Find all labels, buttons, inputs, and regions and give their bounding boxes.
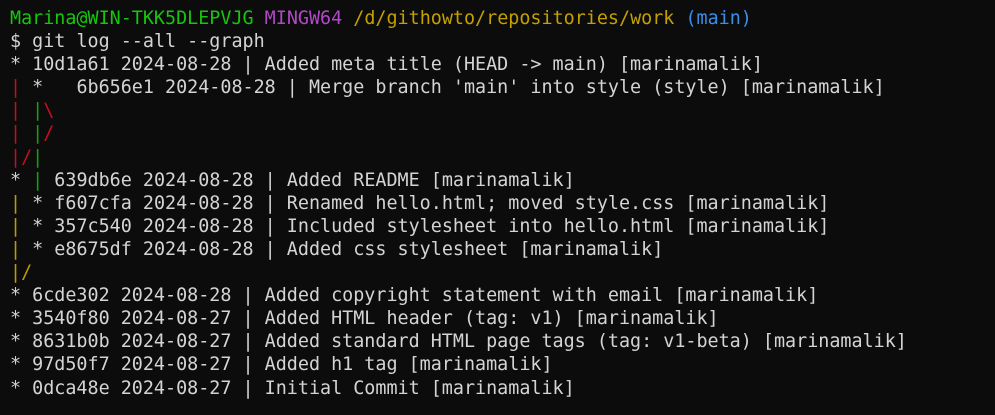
graph-edge: | — [32, 169, 44, 191]
graph-edge: | — [10, 100, 22, 122]
command-line[interactable]: $ git log --all --graph — [10, 30, 995, 53]
log-text: * 6b656e1 2024-08-28 | Merge branch 'mai… — [21, 77, 885, 99]
log-line: | * f607cfa 2024-08-28 | Renamed hello.h… — [10, 192, 995, 215]
log-line: | * 6b656e1 2024-08-28 | Merge branch 'm… — [10, 76, 995, 99]
prompt-branch: (main) — [685, 8, 752, 29]
log-text: 639db6e 2024-08-28 | Added README [marin… — [43, 169, 575, 191]
log-text: * 3540f80 2024-08-27 | Added HTML header… — [10, 308, 719, 330]
graph-edge: / — [43, 123, 55, 145]
terminal-window[interactable]: Marina@WIN-TKK5DLEPVJG MINGW64 /d/githow… — [0, 0, 995, 415]
log-text: * e8675df 2024-08-28 | Added css stylesh… — [21, 238, 664, 260]
log-line: | * e8675df 2024-08-28 | Added css style… — [10, 238, 995, 261]
graph-node: * — [10, 169, 33, 191]
log-line: * 0dca48e 2024-08-27 | Initial Commit [m… — [10, 377, 995, 400]
graph-line: | |\ — [10, 99, 995, 122]
log-text: * 0dca48e 2024-08-27 | Initial Commit [m… — [10, 377, 575, 399]
log-line: | * 357c540 2024-08-28 | Included styles… — [10, 215, 995, 238]
graph-line: |/| — [10, 146, 995, 169]
prompt-path: /d/githowto/repositories/work — [353, 8, 675, 29]
graph-edge: | — [32, 146, 44, 168]
prompt-shell: MINGW64 — [264, 8, 343, 29]
graph-line: |/ — [10, 261, 995, 284]
graph-edge: |/ — [10, 146, 33, 168]
log-line: * 97d50f7 2024-08-27 | Added h1 tag [mar… — [10, 353, 995, 376]
log-line: * | 639db6e 2024-08-28 | Added README [m… — [10, 169, 995, 192]
graph-edge: |/ — [10, 262, 33, 284]
graph-edge: \ — [43, 100, 55, 122]
log-text: * 357c540 2024-08-28 | Included styleshe… — [21, 215, 830, 237]
graph-edge: | — [10, 192, 22, 214]
log-text: * 10d1a61 2024-08-28 | Added meta title … — [10, 54, 763, 76]
log-line: * 8631b0b 2024-08-27 | Added standard HT… — [10, 330, 995, 353]
graph-edge: | — [10, 77, 22, 99]
log-line: * 6cde302 2024-08-28 | Added copyright s… — [10, 284, 995, 307]
log-line: * 10d1a61 2024-08-28 | Added meta title … — [10, 53, 995, 76]
log-text: * f607cfa 2024-08-28 | Renamed hello.htm… — [21, 192, 830, 214]
log-line: * 3540f80 2024-08-27 | Added HTML header… — [10, 307, 995, 330]
graph-edge: | — [10, 123, 22, 145]
log-text: * 6cde302 2024-08-28 | Added copyright s… — [10, 285, 819, 307]
graph-edge: | — [21, 100, 44, 122]
prompt-user-host: Marina@WIN-TKK5DLEPVJG — [10, 8, 254, 29]
graph-line: | |/ — [10, 122, 995, 145]
graph-edge: | — [10, 238, 22, 260]
log-text: * 8631b0b 2024-08-27 | Added standard HT… — [10, 331, 907, 353]
prompt-line: Marina@WIN-TKK5DLEPVJG MINGW64 /d/githow… — [10, 7, 995, 30]
command-text: git log --all --graph — [32, 31, 265, 53]
graph-edge: | — [21, 123, 44, 145]
graph-edge: | — [10, 215, 22, 237]
prompt-symbol: $ — [10, 31, 22, 53]
log-text: * 97d50f7 2024-08-27 | Added h1 tag [mar… — [10, 354, 553, 376]
